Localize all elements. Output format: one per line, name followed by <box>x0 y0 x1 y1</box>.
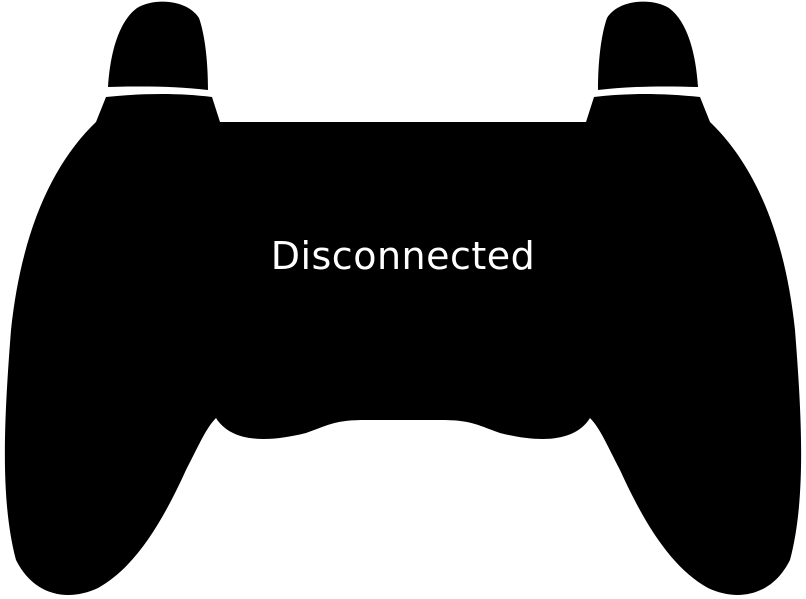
controller-status-screen: Disconnected <box>0 0 806 599</box>
gamepad-icon <box>4 1 802 595</box>
controller-body <box>4 94 802 595</box>
left-trigger <box>108 1 208 90</box>
right-trigger <box>598 1 698 90</box>
connection-status-label: Disconnected <box>270 234 536 278</box>
